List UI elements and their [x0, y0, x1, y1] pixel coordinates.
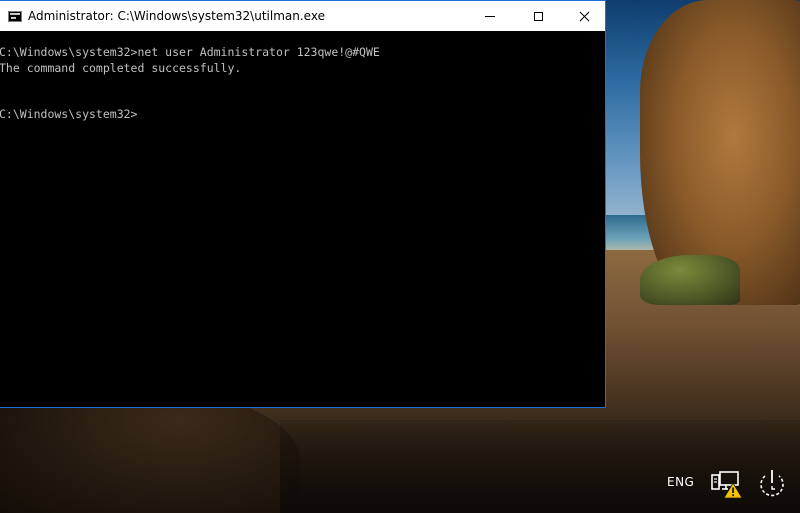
rock-moss-base	[640, 255, 740, 305]
window-titlebar[interactable]: Administrator: C:\Windows\system32\utilm…	[0, 1, 605, 31]
foreground-shadow	[280, 420, 800, 513]
close-icon	[579, 11, 590, 22]
console-line: C:\Windows\system32>net user Administrat…	[0, 45, 380, 59]
maximize-icon	[533, 11, 543, 21]
window-title: Administrator: C:\Windows\system32\utilm…	[28, 9, 325, 23]
maximize-button[interactable]	[515, 1, 561, 31]
console-line: The command completed successfully.	[0, 60, 242, 75]
power-icon[interactable]	[756, 467, 788, 499]
lock-screen-background: Administrator: C:\Windows\system32\utilm…	[0, 0, 800, 513]
console-prompt[interactable]: C:\Windows\system32>	[0, 107, 605, 123]
language-indicator[interactable]: ENG	[667, 475, 694, 489]
console-icon[interactable]	[8, 10, 22, 22]
close-button[interactable]	[561, 1, 607, 31]
minimize-icon	[485, 15, 495, 17]
network-warning-icon[interactable]	[711, 469, 743, 499]
console-output[interactable]: C:\Windows\system32>net user Administrat…	[0, 31, 605, 407]
console-window[interactable]: Administrator: C:\Windows\system32\utilm…	[0, 0, 606, 408]
minimize-button[interactable]	[467, 1, 513, 31]
